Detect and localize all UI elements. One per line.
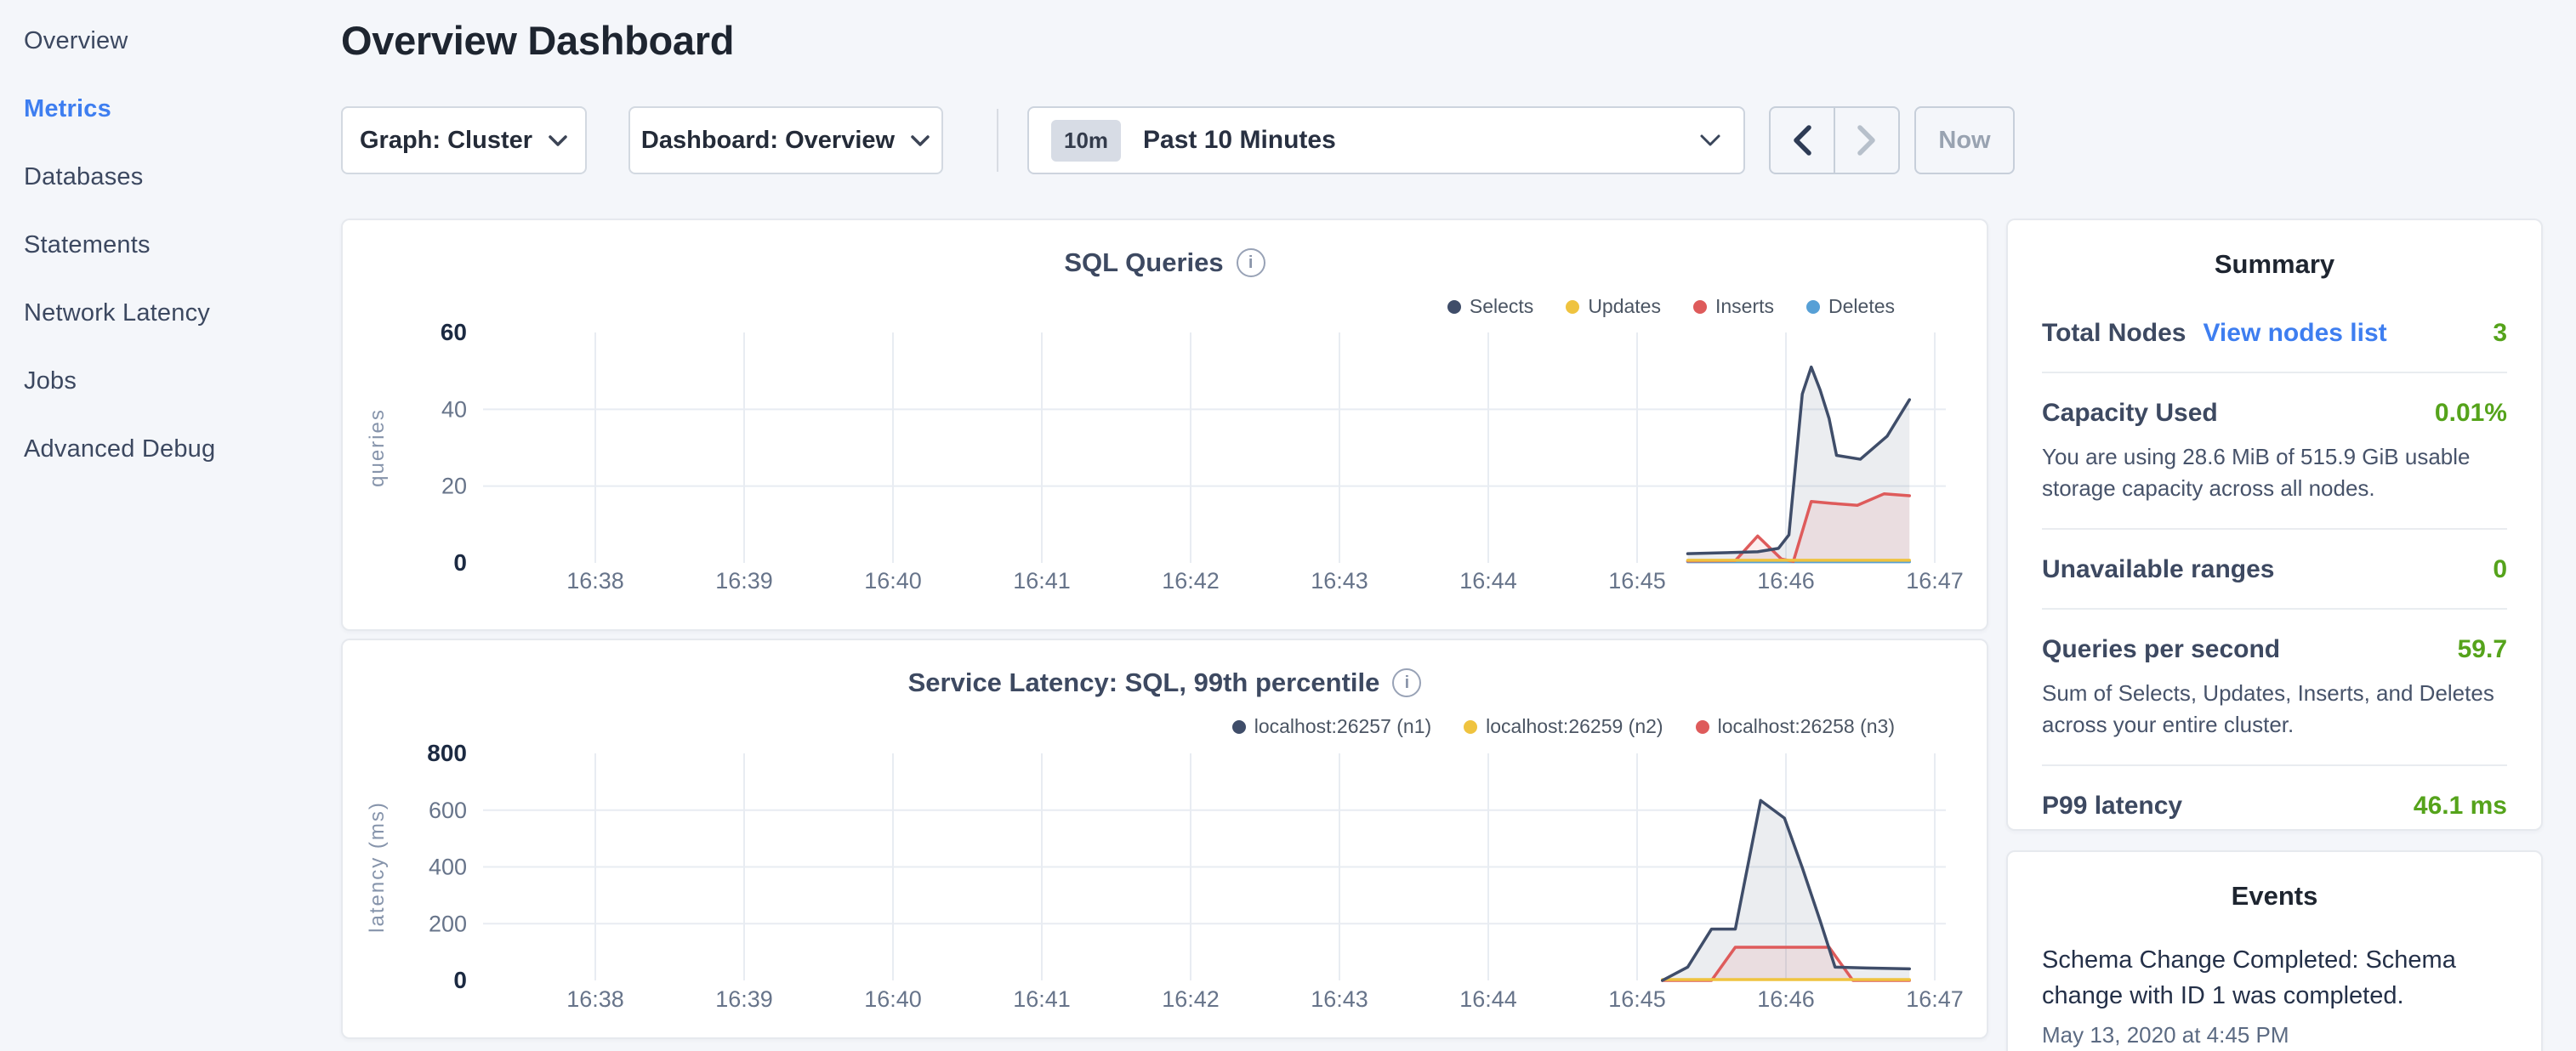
svg-text:800: 800 <box>427 740 467 766</box>
svg-text:20: 20 <box>441 474 467 499</box>
svg-text:16:42: 16:42 <box>1162 986 1220 1012</box>
svg-text:16:43: 16:43 <box>1311 986 1368 1012</box>
summary-row-subtext: You are using 28.6 MiB of 515.9 GiB usab… <box>2042 441 2507 504</box>
svg-text:16:43: 16:43 <box>1311 568 1368 594</box>
svg-text:16:39: 16:39 <box>715 986 773 1012</box>
chevron-right-icon <box>1857 124 1877 156</box>
sidebar-item-databases[interactable]: Databases <box>0 143 323 211</box>
summary-panel: Summary Total Nodes View nodes list 3 Ca… <box>2006 219 2543 831</box>
toolbar-divider <box>997 109 998 172</box>
sidebar-item-advanced-debug[interactable]: Advanced Debug <box>0 415 323 483</box>
svg-text:16:40: 16:40 <box>864 986 922 1012</box>
chevron-left-icon <box>1792 124 1812 156</box>
svg-text:16:44: 16:44 <box>1459 986 1517 1012</box>
service-latency-card: Service Latency: SQL, 99th percentile i … <box>341 639 1988 1039</box>
summary-title: Summary <box>2008 220 2541 280</box>
sidebar-item-jobs[interactable]: Jobs <box>0 347 323 415</box>
step-back-button[interactable] <box>1771 108 1834 173</box>
time-range-selector[interactable]: 10m Past 10 Minutes <box>1027 106 1745 174</box>
svg-text:16:44: 16:44 <box>1459 568 1517 594</box>
svg-text:16:45: 16:45 <box>1608 568 1666 594</box>
dashboard-dropdown[interactable]: Dashboard: Overview <box>628 106 943 174</box>
summary-row-queries-per-second: Queries per second 59.7 Sum of Selects, … <box>2042 610 2507 766</box>
svg-text:queries: queries <box>366 408 389 487</box>
now-button[interactable]: Now <box>1914 106 2015 174</box>
svg-text:16:38: 16:38 <box>566 568 624 594</box>
chevron-down-icon <box>1699 134 1721 148</box>
svg-text:16:38: 16:38 <box>566 986 624 1012</box>
summary-row-label: P99 latency <box>2042 792 2182 821</box>
svg-text:40: 40 <box>441 396 467 422</box>
sql-queries-card: SQL Queries i SelectsUpdatesInsertsDelet… <box>341 219 1988 631</box>
svg-text:16:42: 16:42 <box>1162 568 1220 594</box>
svg-text:16:40: 16:40 <box>864 568 922 594</box>
service-latency-chart-plot[interactable]: 16:38 16:39 16:40 16:41 16:42 16:43 16:44 16:45… <box>343 640 1990 1041</box>
summary-row-capacity-used: Capacity Used 0.01% You are using 28.6 M… <box>2042 373 2507 530</box>
svg-text:16:47: 16:47 <box>1906 986 1964 1012</box>
svg-text:60: 60 <box>441 319 467 345</box>
svg-text:16:46: 16:46 <box>1757 986 1815 1012</box>
sidebar: Overview Metrics Databases Statements Ne… <box>0 0 323 1051</box>
chevron-down-icon <box>548 134 568 147</box>
sidebar-item-network-latency[interactable]: Network Latency <box>0 279 323 347</box>
summary-row-label: Capacity Used <box>2042 399 2218 428</box>
svg-text:16:45: 16:45 <box>1608 986 1666 1012</box>
summary-row-label: Total Nodes <box>2042 319 2186 348</box>
summary-row-value: 0.01% <box>2435 399 2507 428</box>
sidebar-item-overview[interactable]: Overview <box>0 7 323 75</box>
svg-text:16:41: 16:41 <box>1013 986 1071 1012</box>
dashboard-dropdown-label: Dashboard: Overview <box>641 127 895 155</box>
chevron-down-icon <box>910 134 930 147</box>
summary-row-subtext: Sum of Selects, Updates, Inserts, and De… <box>2042 678 2507 741</box>
summary-row-label: Queries per second <box>2042 635 2280 664</box>
summary-row-label: Unavailable ranges <box>2042 555 2274 584</box>
svg-text:0: 0 <box>453 967 467 993</box>
event-list-item[interactable]: Schema Change Completed: Schema change w… <box>2008 912 2541 1048</box>
time-range-label: Past 10 Minutes <box>1143 126 1336 155</box>
time-range-badge: 10m <box>1051 120 1121 162</box>
svg-text:16:47: 16:47 <box>1906 568 1964 594</box>
svg-text:200: 200 <box>429 911 467 936</box>
time-step-buttons <box>1769 106 1900 174</box>
svg-text:400: 400 <box>429 855 467 880</box>
summary-row-value: 0 <box>2493 555 2507 584</box>
summary-row-unavailable-ranges: Unavailable ranges 0 <box>2042 530 2507 610</box>
view-nodes-list-link[interactable]: View nodes list <box>2203 319 2386 348</box>
svg-text:16:46: 16:46 <box>1757 568 1815 594</box>
step-forward-button[interactable] <box>1834 108 1898 173</box>
summary-row-value: 59.7 <box>2458 635 2507 664</box>
sidebar-item-statements[interactable]: Statements <box>0 211 323 279</box>
svg-text:600: 600 <box>429 798 467 823</box>
events-title: Events <box>2008 852 2541 912</box>
event-text: Schema Change Completed: Schema change w… <box>2042 942 2493 1014</box>
sidebar-item-metrics[interactable]: Metrics <box>0 75 323 143</box>
event-timestamp: May 13, 2020 at 4:45 PM <box>2042 1022 2507 1048</box>
summary-row-p99-latency: P99 latency 46.1 ms <box>2042 766 2507 844</box>
graph-dropdown[interactable]: Graph: Cluster <box>341 106 587 174</box>
svg-text:16:41: 16:41 <box>1013 568 1071 594</box>
events-panel: Events Schema Change Completed: Schema c… <box>2006 850 2543 1051</box>
sql-queries-chart-plot[interactable]: 16:38 16:39 16:40 16:41 16:42 16:43 16:44 16:45… <box>343 220 1990 633</box>
summary-row-value: 3 <box>2493 319 2507 348</box>
graph-dropdown-label: Graph: Cluster <box>360 127 532 155</box>
summary-row-value: 46.1 ms <box>2414 792 2507 821</box>
summary-row-total-nodes: Total Nodes View nodes list 3 <box>2042 293 2507 373</box>
svg-text:latency (ms): latency (ms) <box>366 801 389 933</box>
svg-text:0: 0 <box>453 549 467 576</box>
svg-text:16:39: 16:39 <box>715 568 773 594</box>
page-title: Overview Dashboard <box>341 17 734 64</box>
